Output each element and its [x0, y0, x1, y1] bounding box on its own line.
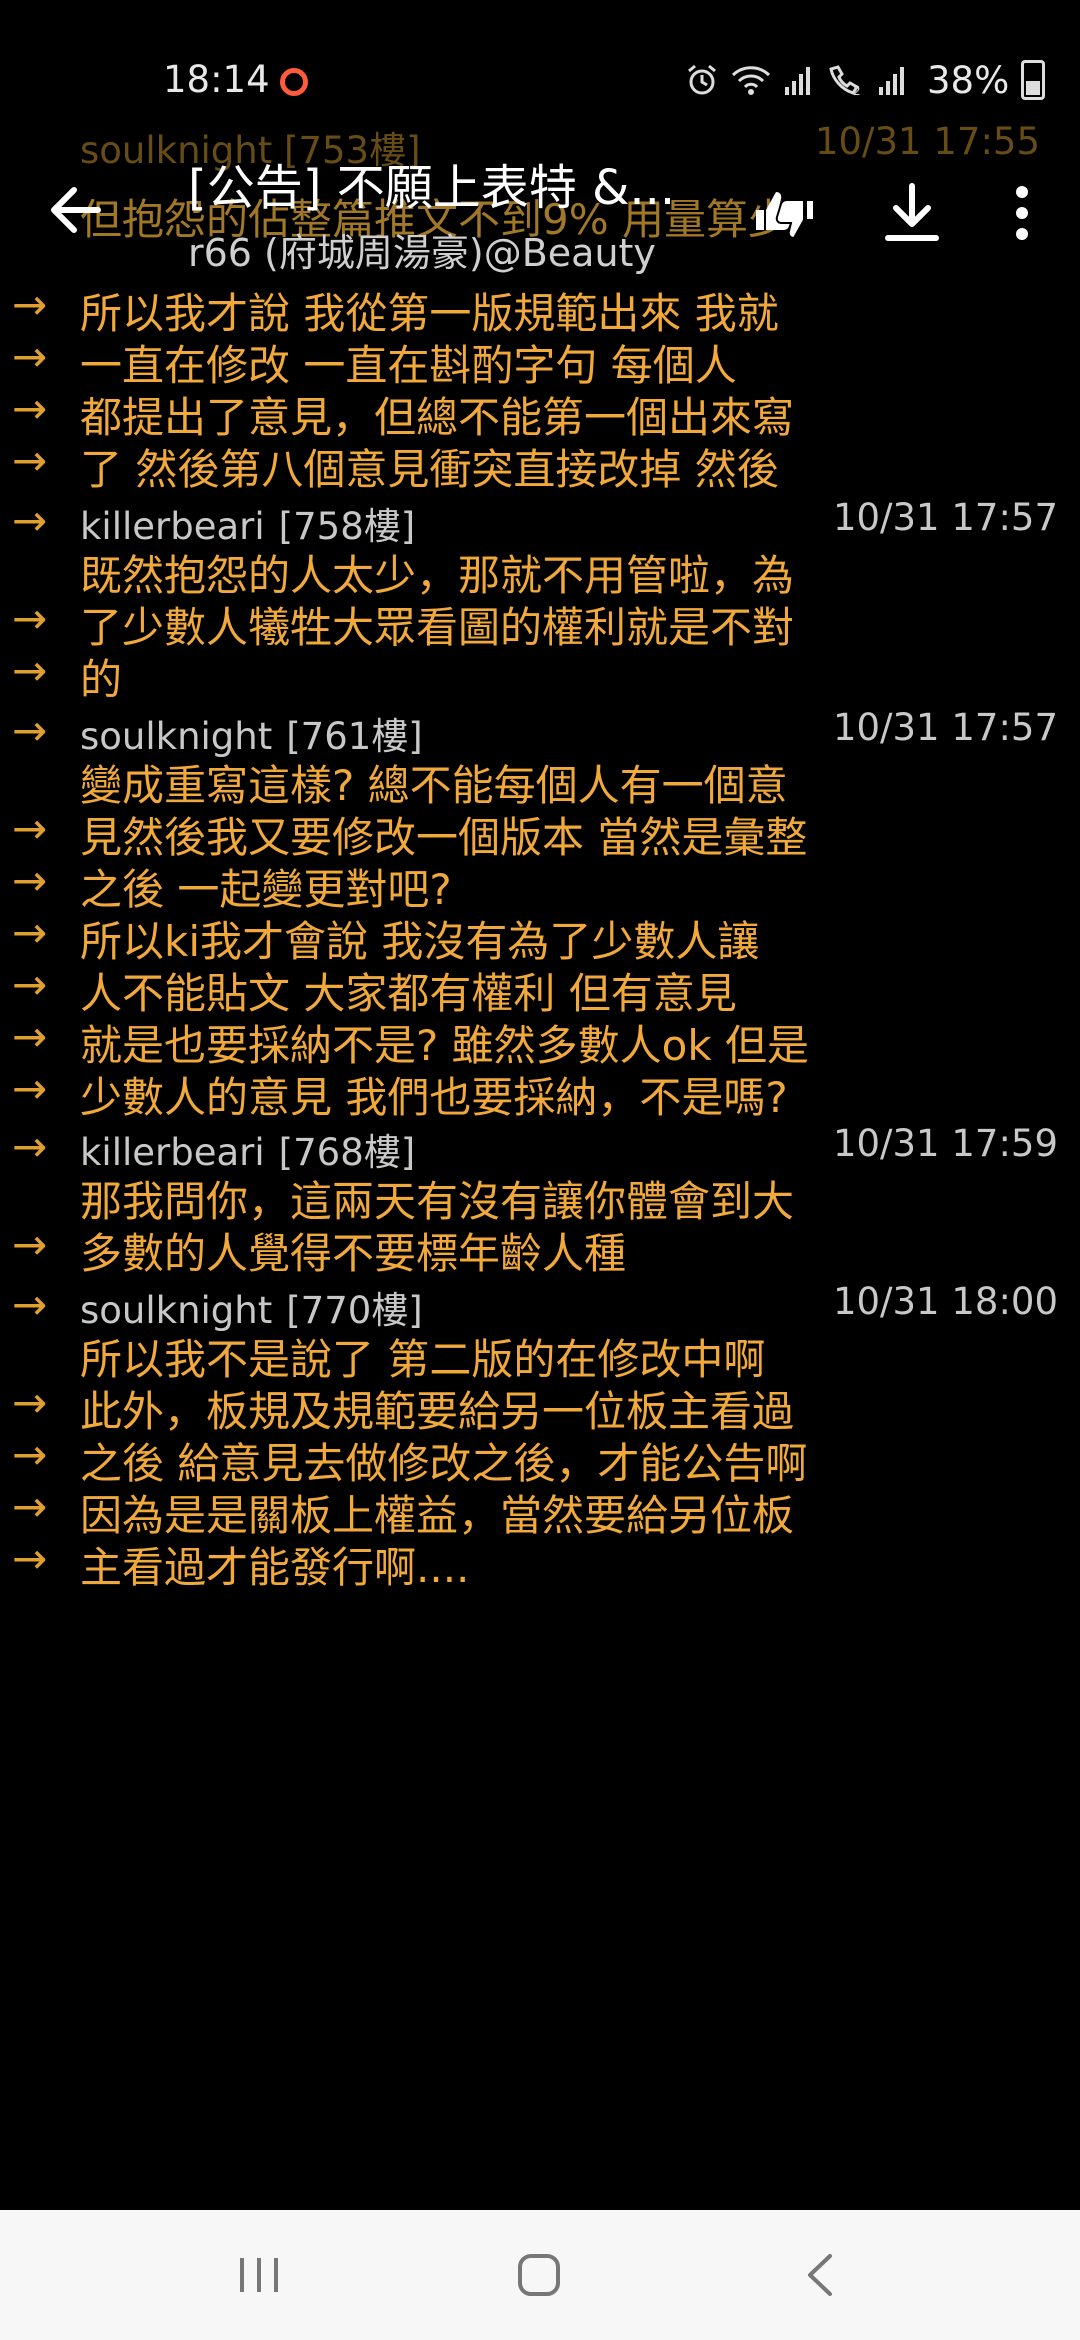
arrow-icon: → — [12, 1378, 48, 1427]
signal-2-icon — [879, 67, 904, 95]
comment-line: 所以我不是說了 第二版的在修改中啊 — [0, 1326, 1080, 1384]
comment-line: → 就是也要採納不是? 雖然多數人ok 但是 — [0, 1012, 1080, 1070]
comment-header: → soulknight [770樓] 10/31 18:00 — [0, 1280, 1080, 1332]
comment-line: → 都提出了意見，但總不能第一個出來寫 — [0, 384, 1080, 442]
recording-indicator-icon — [280, 68, 308, 96]
wifi-icon — [731, 66, 771, 95]
comment-text: 少數人的意見 我們也要採納，不是嗎? — [80, 1073, 788, 1122]
recents-icon[interactable] — [238, 2256, 280, 2294]
comment-header: → killerbeari [768樓] 10/31 17:59 — [0, 1122, 1080, 1174]
arrow-icon: → — [12, 332, 48, 381]
comment-date: 10/31 17:57 — [832, 706, 1058, 749]
arrow-icon: → — [12, 1220, 48, 1269]
signal-icon — [785, 67, 810, 95]
comment-line: → 因為是是關板上權益，當然要給另位板 — [0, 1482, 1080, 1540]
comment-line: 那我問你，這兩天有沒有讓你體會到大 — [0, 1168, 1080, 1226]
arrow-icon: → — [12, 856, 48, 905]
comment-date: 10/31 18:00 — [832, 1280, 1058, 1323]
comment-line: 既然抱怨的人太少，那就不用管啦，為 — [0, 542, 1080, 600]
comment-text: 了 然後第八個意見衝突直接改掉 然後 — [80, 445, 779, 494]
wifi-call-icon: 2 — [829, 65, 861, 97]
comment-line: → 了 然後第八個意見衝突直接改掉 然後 — [0, 436, 1080, 494]
comment-text: 主看過才能發行啊.... — [80, 1543, 470, 1592]
back-arrow-icon[interactable] — [40, 175, 110, 245]
comment-line: → 人不能貼文 大家都有權利 但有意見 — [0, 960, 1080, 1018]
arrow-icon: → — [12, 1012, 48, 1061]
arrow-icon: → — [12, 1430, 48, 1479]
arrow-icon: → — [12, 908, 48, 957]
status-time: 18:14 — [163, 58, 270, 101]
comment-line: → 的 — [0, 646, 1080, 704]
arrow-icon: → — [12, 960, 48, 1009]
download-icon[interactable] — [880, 178, 944, 248]
battery-icon — [1021, 60, 1046, 100]
comment-line: → 之後 一起變更對吧? — [0, 856, 1080, 914]
arrow-icon: → — [12, 646, 48, 695]
comment-line: → 了少數人犧牲大眾看圖的權利就是不對 — [0, 594, 1080, 652]
arrow-icon: → — [12, 496, 48, 545]
arrow-icon: → — [12, 436, 48, 485]
comment-text: 多數的人覺得不要標年齡人種 — [80, 1229, 627, 1278]
arrow-icon: → — [12, 804, 48, 853]
arrow-icon: → — [12, 1122, 48, 1171]
comment-header: → soulknight [761樓] 10/31 17:57 — [0, 706, 1080, 758]
arrow-icon: → — [12, 1534, 48, 1583]
comment-line: → 見然後我又要修改一個版本 當然是彙整 — [0, 804, 1080, 862]
page-subtitle: r66 (府城周湯豪)@Beauty — [188, 231, 656, 275]
comment-header: → killerbeari [758樓] 10/31 17:57 — [0, 496, 1080, 548]
navigation-bar — [0, 2210, 1080, 2340]
comment-line: → 一直在修改 一直在斟酌字句 每個人 — [0, 332, 1080, 390]
comment-line: → 多數的人覺得不要標年齡人種 — [0, 1220, 1080, 1278]
arrow-icon: → — [12, 1482, 48, 1531]
more-options-icon[interactable] — [1002, 178, 1042, 248]
back-icon[interactable] — [800, 2252, 840, 2298]
comment-line: 變成重寫這樣? 總不能每個人有一個意 — [0, 752, 1080, 810]
battery-percent: 38% — [927, 58, 1010, 102]
arrow-icon: → — [12, 1280, 48, 1329]
arrow-icon: → — [12, 706, 48, 755]
comment-line: → 所以ki我才會說 我沒有為了少數人讓 — [0, 908, 1080, 966]
comment-date: 10/31 17:57 — [832, 496, 1058, 539]
thumbs-up-down-icon[interactable] — [750, 180, 820, 250]
comment-text: 的 — [80, 655, 123, 704]
comment-line: → 少數人的意見 我們也要採納，不是嗎? — [0, 1064, 1080, 1122]
alarm-icon — [688, 64, 716, 95]
toolbar: [公告] 不願上表特 &... r66 (府城周湯豪)@Beauty — [0, 130, 1080, 290]
arrow-icon: → — [12, 384, 48, 433]
home-icon[interactable] — [516, 2252, 562, 2298]
svg-text:2: 2 — [853, 84, 861, 97]
comment-date: 10/31 17:59 — [832, 1122, 1058, 1165]
comment-line: → 此外，板規及規範要給另一位板主看過 — [0, 1378, 1080, 1436]
page-title: [公告] 不願上表特 &... — [188, 160, 676, 216]
arrow-icon: → — [12, 594, 48, 643]
comment-list[interactable]: soulknight [753樓] 10/31 17:55 但抱怨的佔整篇推文不… — [0, 120, 1080, 2210]
status-icons: 2 38% — [685, 58, 1046, 102]
comment-line: → 主看過才能發行啊.... — [0, 1534, 1080, 1592]
comment-line: → 之後 給意見去做修改之後，才能公告啊 — [0, 1430, 1080, 1488]
arrow-icon: → — [12, 1064, 48, 1113]
